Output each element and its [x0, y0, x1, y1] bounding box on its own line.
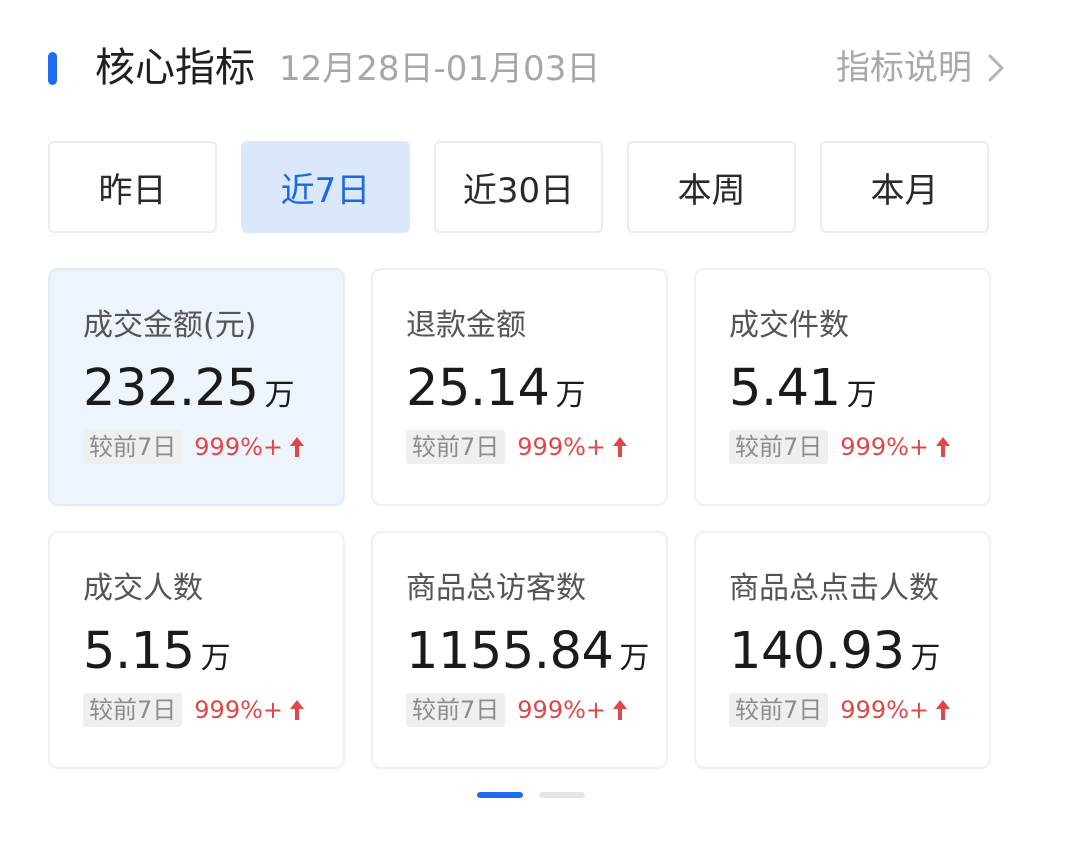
comparison-change-value: 999%+	[840, 696, 930, 724]
metric-card-product-clickers[interactable]: 商品总点击人数 140.93 万 较前7日 999%+	[694, 531, 991, 769]
arrow-up-icon	[290, 437, 305, 457]
tab-yesterday[interactable]: 昨日	[48, 141, 217, 233]
metric-unit: 万	[846, 378, 877, 413]
comparison-change-value: 999%+	[194, 433, 284, 461]
arrow-up-icon	[613, 700, 628, 720]
arrow-up-icon	[936, 437, 951, 457]
metric-comparison: 较前7日 999%+	[83, 430, 343, 464]
carousel-pagination	[477, 792, 585, 798]
metric-value-row: 232.25 万	[83, 358, 343, 420]
metric-card-transaction-amount[interactable]: 成交金额(元) 232.25 万 较前7日 999%+	[48, 268, 345, 506]
metric-label: 成交金额(元)	[83, 308, 257, 343]
comparison-period-label: 较前7日	[729, 693, 829, 727]
comparison-change-value: 999%+	[840, 433, 930, 461]
arrow-up-icon	[936, 700, 951, 720]
metric-comparison: 较前7日 999%+	[406, 693, 666, 727]
metric-label: 退款金额	[406, 308, 526, 343]
metric-value: 5.15	[83, 622, 195, 681]
metric-unit: 万	[910, 641, 941, 676]
metric-value-row: 5.15 万	[83, 621, 343, 683]
comparison-period-label: 较前7日	[729, 430, 829, 464]
metric-value: 5.41	[729, 359, 841, 418]
comparison-change-value: 999%+	[194, 696, 284, 724]
arrow-up-icon	[290, 700, 305, 720]
metric-card-product-visitors[interactable]: 商品总访客数 1155.84 万 较前7日 999%+	[371, 531, 668, 769]
metric-label: 商品总点击人数	[729, 571, 939, 606]
metric-comparison: 较前7日 999%+	[406, 430, 666, 464]
metric-unit: 万	[200, 641, 231, 676]
metric-comparison: 较前7日 999%+	[729, 693, 989, 727]
metric-explanation-label: 指标说明	[836, 48, 972, 88]
section-title: 核心指标	[95, 45, 255, 91]
metric-label: 成交人数	[83, 571, 203, 606]
page-indicator-1[interactable]	[477, 792, 523, 798]
comparison-change-value: 999%+	[517, 433, 607, 461]
tab-this-month[interactable]: 本月	[820, 141, 989, 233]
comparison-period-label: 较前7日	[406, 693, 506, 727]
period-tabs: 昨日 近7日 近30日 本周 本月	[48, 141, 992, 233]
tab-this-week[interactable]: 本周	[627, 141, 796, 233]
metric-value: 232.25	[83, 359, 259, 418]
metric-comparison: 较前7日 999%+	[83, 693, 343, 727]
next-section-title-cropped	[48, 838, 228, 855]
metric-explanation-link[interactable]: 指标说明	[836, 45, 1006, 91]
metric-comparison: 较前7日 999%+	[729, 430, 989, 464]
page-indicator-2[interactable]	[539, 792, 585, 798]
metric-card-buyers[interactable]: 成交人数 5.15 万 较前7日 999%+	[48, 531, 345, 769]
metric-value: 25.14	[406, 359, 550, 418]
metric-cards-grid: 成交金额(元) 232.25 万 较前7日 999%+ 退款金额 25.14 万…	[48, 268, 992, 769]
comparison-change-value: 999%+	[517, 696, 607, 724]
metric-value-row: 1155.84 万	[406, 621, 666, 683]
tab-last-30-days[interactable]: 近30日	[434, 141, 603, 233]
comparison-period-label: 较前7日	[83, 430, 183, 464]
tab-last-7-days[interactable]: 近7日	[241, 141, 410, 233]
metric-value: 140.93	[729, 622, 905, 681]
section-header: 核心指标 12月28日-01月03日 指标说明	[0, 0, 1072, 130]
metric-value-row: 25.14 万	[406, 358, 666, 420]
metric-label: 成交件数	[729, 308, 849, 343]
comparison-period-label: 较前7日	[406, 430, 506, 464]
metric-value-row: 140.93 万	[729, 621, 989, 683]
metric-card-items-sold[interactable]: 成交件数 5.41 万 较前7日 999%+	[694, 268, 991, 506]
metric-value-row: 5.41 万	[729, 358, 989, 420]
metric-unit: 万	[264, 378, 295, 413]
date-range-label: 12月28日-01月03日	[279, 49, 601, 89]
chevron-right-icon	[988, 54, 1004, 82]
section-accent-bar	[48, 52, 57, 85]
metric-value: 1155.84	[406, 622, 614, 681]
metric-label: 商品总访客数	[406, 571, 586, 606]
metric-card-refund-amount[interactable]: 退款金额 25.14 万 较前7日 999%+	[371, 268, 668, 506]
comparison-period-label: 较前7日	[83, 693, 183, 727]
metric-unit: 万	[619, 641, 650, 676]
metric-unit: 万	[555, 378, 586, 413]
arrow-up-icon	[613, 437, 628, 457]
